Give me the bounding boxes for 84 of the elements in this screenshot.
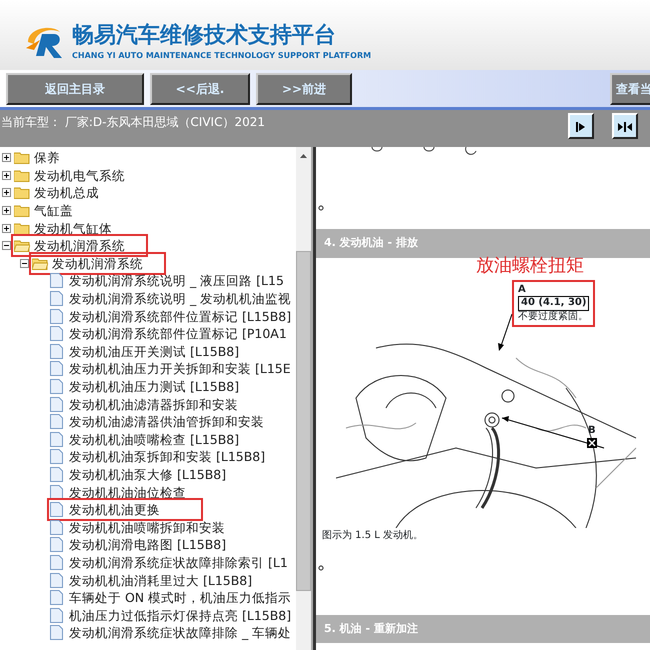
tree-item[interactable]: 发动机机油泵拆卸和安装 [L15B8] [50, 448, 266, 466]
document-icon [50, 379, 63, 394]
tree-item[interactable]: 发动机机油压力测试 [L15B8] [50, 378, 240, 396]
open-folder-icon [32, 256, 48, 270]
site-title: 畅易汽车维修技术支持平台 [72, 22, 337, 48]
tree-item[interactable]: 发动机润滑系统症状故障排除 _ 车辆处 [50, 624, 292, 642]
document-icon [50, 414, 63, 430]
document-icon [50, 590, 63, 606]
tree-item[interactable]: 发动机机油消耗里过大 [L15B8] [50, 572, 252, 589]
expander-icon[interactable] [2, 224, 11, 233]
nav-button[interactable]: <<后退. [150, 72, 250, 104]
figure-caption: 图示为 1.5 L 发动机。 [322, 528, 424, 542]
bullet-icon [318, 205, 324, 211]
document-icon [50, 308, 63, 324]
folder-icon [14, 168, 30, 182]
split-toggle-button[interactable] [612, 113, 638, 139]
part-label: B [588, 426, 596, 436]
document-icon [50, 291, 63, 306]
folder-icon [14, 222, 30, 235]
tree-item[interactable]: 发动机油压开关测试 [L15B8] [50, 342, 240, 360]
callout-label: A [518, 284, 527, 296]
panel-toggle-button[interactable] [568, 113, 594, 139]
torque-value: 40 (4.1, 30) [518, 296, 590, 310]
tree-item[interactable]: 发动机电气系统 [14, 166, 125, 184]
vehicle-info: 当前车型： 厂家:D-东风本田思域（CIVIC）2021 [1, 114, 266, 131]
folder-icon [14, 151, 30, 164]
nav-button[interactable]: >>前进 [256, 72, 352, 104]
tree-item[interactable]: 发动机润滑系统 [32, 254, 163, 272]
document-icon [50, 572, 63, 588]
tree-item[interactable]: 发动机润滑系统部件位置标记 [P10A1 [50, 325, 287, 342]
document-icon [50, 520, 63, 535]
document-icon [50, 432, 63, 447]
tree-item[interactable]: 发动机润滑系统说明 _ 发动机机油监视 [50, 290, 292, 308]
folder-icon [14, 186, 30, 200]
document-icon [50, 484, 63, 500]
document-icon [50, 449, 63, 464]
expander-icon[interactable] [2, 153, 11, 162]
folder-icon [14, 204, 30, 218]
tree-item[interactable]: 发动机总成 [14, 184, 99, 202]
document-icon [50, 361, 63, 376]
tree-item[interactable]: 发动机润滑电路图 [L15B8] [50, 536, 226, 554]
document-icon [50, 344, 63, 359]
split-arrows-icon [618, 122, 632, 132]
expander-icon[interactable] [2, 241, 11, 250]
document-icon [50, 466, 63, 482]
document-icon [50, 554, 63, 570]
tree-item[interactable]: 机油压力过低指示灯保持点亮 [L15B8] [50, 606, 292, 624]
document-icon [50, 625, 63, 640]
tree-item[interactable]: 发动机机油泵大修 [L15B8] [50, 466, 226, 483]
callout-note: 不要过度紧固。 [518, 310, 589, 323]
open-folder-icon [14, 239, 30, 252]
tree-item[interactable]: 发动机机油喷嘴检查 [L15B8] [50, 430, 240, 448]
tree-item[interactable]: 发动机机油更换 [50, 501, 200, 518]
tree-item[interactable]: 气缸盖 [14, 202, 73, 220]
tree-item[interactable]: 发动机机油压力开关拆卸和安装 [L15E [50, 360, 291, 378]
document-icon [50, 326, 63, 342]
scrollbar-thumb[interactable] [296, 251, 311, 591]
tree-item[interactable]: 车辆处于 ON 模式时，机油压力低指示 [50, 589, 292, 606]
tree-item[interactable]: 发动机油滤清器供油管拆卸和安装 [50, 413, 264, 430]
document-icon [50, 502, 63, 518]
expander-icon[interactable] [20, 258, 29, 268]
nav-button[interactable]: 返回主目录 [6, 72, 144, 104]
tree-item[interactable]: 发动机润滑系统 [14, 237, 145, 254]
tree-item[interactable]: 发动机润滑系统部件位置标记 [L15B8] [50, 308, 292, 325]
section-title: 5. 机油 - 重新加注 [316, 614, 650, 643]
expander-icon[interactable] [2, 206, 11, 216]
section-title: 4. 发动机油 - 排放 [316, 229, 650, 258]
arrow-right-icon [576, 122, 586, 132]
document-icon [50, 396, 63, 412]
bullet-icon [318, 564, 324, 570]
document-icon [50, 273, 63, 288]
tree-item[interactable]: 保养 [14, 149, 60, 166]
tree-item[interactable]: 发动机机油滤清器拆卸和安装 [50, 396, 238, 413]
tree-item[interactable]: 发动机机油油位检查 [50, 484, 186, 501]
expander-icon[interactable] [2, 188, 11, 198]
document-icon [50, 537, 63, 552]
expander-icon[interactable] [2, 170, 11, 180]
tree-item[interactable]: 发动机机油喷嘴拆卸和安装 [50, 518, 225, 536]
tree-item[interactable]: 发动机润滑系统症状故障排除索引 [L1 [50, 554, 288, 571]
document-icon [50, 608, 63, 623]
crossed-box-icon [587, 438, 597, 448]
site-subtitle: CHANG YI AUTO MAINTENANCE TECHNOLOGY SUPPORT PLATFORM [72, 50, 372, 62]
tree-item[interactable]: 发动机润滑系统说明 _ 液压回路 [L15 [50, 272, 284, 290]
tree-item[interactable]: 发动机气缸体 [14, 220, 112, 237]
